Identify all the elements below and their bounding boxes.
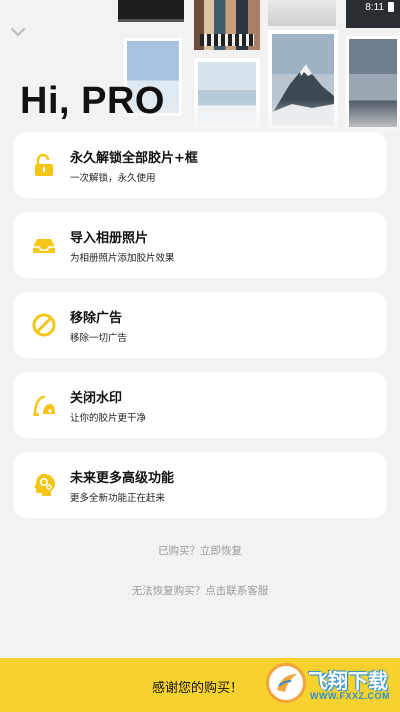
watermark-text: 飞翔下载 <box>308 669 388 693</box>
collage-photo <box>194 0 260 50</box>
feature-title: 关闭水印 <box>70 391 123 406</box>
thanks-text: 感谢您的购买！ <box>152 681 244 696</box>
feature-card-import[interactable]: 导入相册照片 为相册照片添加胶片效果 <box>13 212 387 278</box>
feature-subtitle: 让你的胶片更干净 <box>70 413 147 424</box>
feature-subtitle: 移除一切广告 <box>70 333 128 344</box>
feature-title: 移除广告 <box>70 311 123 326</box>
collage-photo <box>118 0 184 22</box>
no-ads-icon <box>31 312 57 338</box>
feature-subtitle: 一次解锁，永久使用 <box>70 173 156 184</box>
inbox-tray-icon <box>31 232 57 258</box>
feature-title: 永久解锁全部胶片+框 <box>70 151 198 166</box>
status-bar: 8:11 <box>365 1 394 13</box>
page-title: Hi, PRO <box>20 80 165 122</box>
feature-card-unlock[interactable]: 永久解锁全部胶片+框 一次解锁，永久使用 <box>13 132 387 198</box>
feature-card-remove-ads[interactable]: 移除广告 移除一切广告 <box>13 292 387 358</box>
unlock-icon <box>31 152 57 178</box>
feature-title: 导入相册照片 <box>70 231 149 246</box>
battery-icon <box>388 2 394 12</box>
contact-support-link[interactable]: 无法恢复购买？点击联系客服 <box>0 583 400 598</box>
feature-card-future[interactable]: 未来更多高级功能 更多全新功能正在赶来 <box>13 452 387 518</box>
brain-gears-icon <box>31 472 57 498</box>
vacuum-cleaner-icon <box>31 392 57 418</box>
site-watermark: 飞翔下载 WWW.FXXZ.COM <box>266 663 394 707</box>
watermark-url: WWW.FXXZ.COM <box>310 691 390 701</box>
restore-purchase-link[interactable]: 已购买？立即恢复 <box>0 543 400 558</box>
feature-subtitle: 更多全新功能正在赶来 <box>70 493 166 504</box>
chevron-down-icon[interactable] <box>8 22 28 42</box>
collage-photo <box>268 0 336 26</box>
feature-title: 未来更多高级功能 <box>70 471 175 486</box>
feature-card-watermark[interactable]: 关闭水印 让你的胶片更干净 <box>13 372 387 438</box>
status-time: 8:11 <box>365 1 384 13</box>
watermark-logo-icon <box>266 663 306 703</box>
feature-subtitle: 为相册照片添加胶片效果 <box>70 253 175 264</box>
